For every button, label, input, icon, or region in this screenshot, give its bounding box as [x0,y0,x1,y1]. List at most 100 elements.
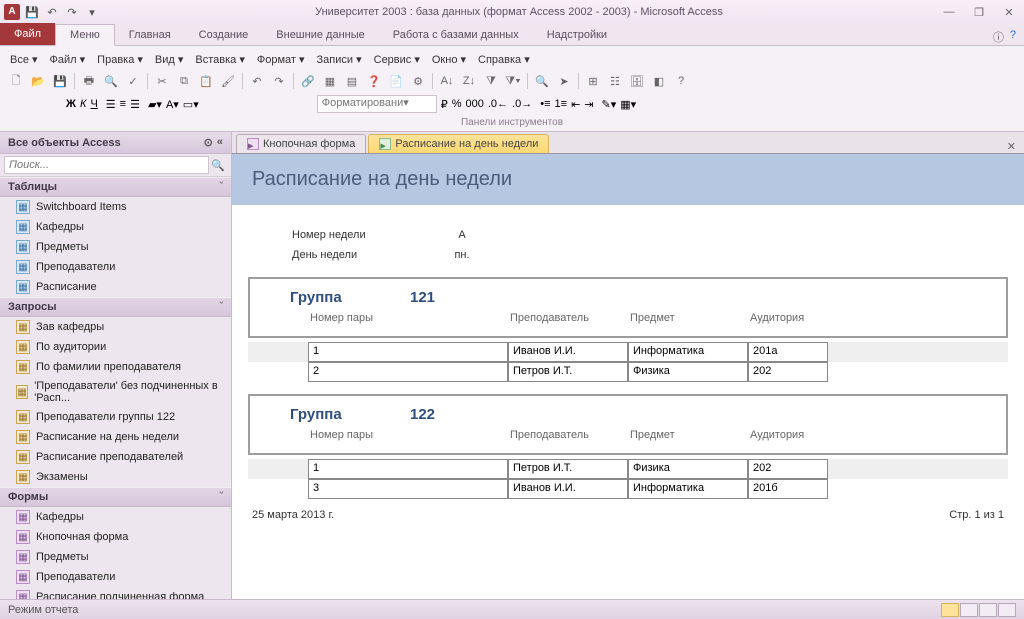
nav-group-header[interactable]: Запросыˇ [0,297,231,317]
cell-subject[interactable]: Информатика [628,342,748,362]
nav-item[interactable]: ▦Расписание преподавателей [0,447,231,467]
save-icon[interactable]: 💾 [50,71,70,91]
nav-item[interactable]: ▦Преподаватели группы 122 [0,407,231,427]
redo-icon[interactable]: ↷ [269,71,289,91]
indent-dec-icon[interactable]: ⇤ [571,98,580,111]
table-icon[interactable]: ▤ [342,71,362,91]
menu-help[interactable]: Справка ▾ [474,51,534,68]
nav-item[interactable]: ▦'Преподаватели' без подчиненных в 'Расп… [0,377,231,407]
maximize-button[interactable]: ❐ [968,4,990,20]
advanced-filter-icon[interactable]: ⧩▾ [503,71,523,91]
relationships-icon[interactable]: ⊞ [583,71,603,91]
cell-room[interactable]: 201а [748,342,828,362]
macro-icon[interactable]: ⚙ [408,71,428,91]
nav-item[interactable]: ▦Предметы [0,237,231,257]
bold-icon[interactable]: Ж [66,98,76,110]
currency-icon[interactable]: ₽ [441,98,448,111]
dec-dec-icon[interactable]: .0→ [512,98,532,110]
nav-item[interactable]: ▦Преподаватели [0,567,231,587]
object-icon[interactable]: ◧ [649,71,669,91]
file-tab[interactable]: Файл [0,23,55,45]
fill-color-icon[interactable]: ▰▾ [148,98,162,111]
view-layout-icon[interactable] [979,603,997,617]
database-icon[interactable]: 🗄 [627,71,647,91]
nav-item[interactable]: ▦Кафедры [0,507,231,527]
nav-item[interactable]: ▦Расписание [0,277,231,297]
ribbon-minimize-icon[interactable]: ⓘ [993,29,1004,45]
menu-insert[interactable]: Вставка ▾ [191,51,248,68]
help-icon[interactable]: ? [1010,29,1016,45]
ribbon-tab-external[interactable]: Внешние данные [262,25,378,45]
menu-edit[interactable]: Правка ▾ [93,51,147,68]
view-print-icon[interactable] [960,603,978,617]
percent-icon[interactable]: % [452,98,462,110]
ribbon-tab-home[interactable]: Главная [115,25,185,45]
doc-tab-form[interactable]: ▸ Кнопочная форма [236,134,366,153]
ribbon-tab-menu[interactable]: Меню [55,24,115,46]
indent-inc-icon[interactable]: ⇥ [584,98,593,111]
nav-item[interactable]: ▦По аудитории [0,337,231,357]
menu-format[interactable]: Формат ▾ [253,51,309,68]
open-icon[interactable]: 📂 [28,71,48,91]
nav-item[interactable]: ▦Экзамены [0,467,231,487]
view-report-icon[interactable] [941,603,959,617]
properties-icon[interactable]: ☷ [605,71,625,91]
qat-undo-icon[interactable]: ↶ [44,4,60,20]
menu-view[interactable]: Вид ▾ [151,51,187,68]
menu-file[interactable]: Файл ▾ [46,51,90,68]
cell-subject[interactable]: Физика [628,362,748,382]
cell-room[interactable]: 202 [748,362,828,382]
minimize-button[interactable]: — [938,4,960,20]
nav-item[interactable]: ▦Предметы [0,547,231,567]
filter-icon[interactable]: ⧩ [481,71,501,91]
menu-all[interactable]: Все ▾ [6,51,42,68]
nav-item[interactable]: ▦Расписание подчиненная форма [0,587,231,599]
thousands-icon[interactable]: 000 [466,98,484,110]
nav-item[interactable]: ▦Switchboard Items [0,197,231,217]
close-button[interactable]: ✕ [998,4,1020,20]
search-icon[interactable]: 🔍 [209,159,227,172]
preview-icon[interactable]: 🔍 [101,71,121,91]
format-painter-icon[interactable]: 🖌 [218,71,238,91]
gridlines-icon[interactable]: ▦▾ [620,98,636,111]
cell-subject[interactable]: Информатика [628,479,748,499]
cell-pair[interactable]: 2 [308,362,508,382]
help2-icon[interactable]: ? [671,71,691,91]
navpane-collapse-icon[interactable]: « [217,136,223,149]
nav-item[interactable]: ▦Преподаватели [0,257,231,277]
nav-group-header[interactable]: Таблицыˇ [0,177,231,197]
dec-inc-icon[interactable]: .0← [488,98,508,110]
print-icon[interactable]: 🖶 [79,71,99,91]
cell-room[interactable]: 201б [748,479,828,499]
nav-item[interactable]: ▦Кафедры [0,217,231,237]
sort-desc-icon[interactable]: Z↓ [459,71,479,91]
ribbon-tab-addins[interactable]: Надстройки [533,25,621,45]
cell-teacher[interactable]: Петров И.Т. [508,459,628,479]
cell-pair[interactable]: 3 [308,479,508,499]
align-left-icon[interactable]: ☰ [106,98,116,111]
form-icon[interactable]: ▦ [320,71,340,91]
cell-pair[interactable]: 1 [308,459,508,479]
find-icon[interactable]: 🔍 [532,71,552,91]
link-icon[interactable]: 🔗 [298,71,318,91]
qat-dropdown-icon[interactable]: ▾ [84,4,100,20]
format-select[interactable]: Форматировани▾ [317,95,437,113]
cut-icon[interactable]: ✂ [152,71,172,91]
paste-icon[interactable]: 📋 [196,71,216,91]
undo-icon[interactable]: ↶ [247,71,267,91]
sort-asc-icon[interactable]: A↓ [437,71,457,91]
goto-icon[interactable]: ➤ [554,71,574,91]
spell-icon[interactable]: ✓ [123,71,143,91]
doc-close-icon[interactable]: ✕ [999,140,1024,153]
ribbon-tab-dbtools[interactable]: Работа с базами данных [379,25,533,45]
cell-teacher[interactable]: Иванов И.И. [508,342,628,362]
copy-icon[interactable]: ⧉ [174,71,194,91]
cell-teacher[interactable]: Петров И.Т. [508,362,628,382]
align-center-icon[interactable]: ≡ [120,98,126,110]
font-color-icon[interactable]: A▾ [166,98,179,111]
ribbon-tab-create[interactable]: Создание [185,25,263,45]
view-design-icon[interactable] [998,603,1016,617]
new-icon[interactable]: 🗋 [6,71,26,91]
navpane-header[interactable]: Все объекты Access ⊙ « [0,132,231,154]
navpane-dropdown-icon[interactable]: ⊙ [204,136,213,149]
